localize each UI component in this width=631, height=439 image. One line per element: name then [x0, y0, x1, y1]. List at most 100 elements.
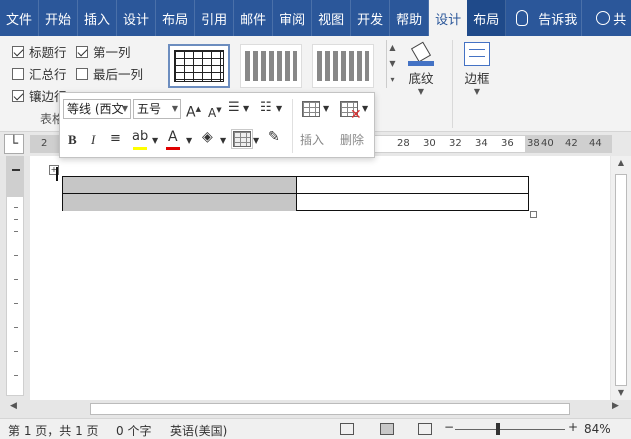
zoom-out-icon[interactable]: − [444, 420, 454, 434]
borders-icon [464, 42, 490, 66]
zoom-slider[interactable] [455, 429, 565, 430]
word-count[interactable]: 0 个字 [116, 422, 151, 439]
scroll-left-icon[interactable]: ◀ [10, 401, 17, 411]
first-column-option[interactable]: 第一列 [76, 42, 131, 61]
gallery-scroll[interactable]: ▲ ▼ ▾ [386, 40, 398, 88]
document-area[interactable]: + [30, 156, 610, 400]
gallery-up-icon[interactable]: ▲ [387, 40, 398, 56]
italic-button[interactable]: I [91, 132, 95, 148]
zoom-slider-knob[interactable] [496, 423, 500, 435]
highlight-icon[interactable]: ab [132, 129, 148, 145]
chevron-down-icon[interactable]: ▼ [323, 101, 329, 117]
table-style-grid[interactable] [168, 44, 230, 88]
table-row[interactable] [63, 177, 528, 194]
page-count[interactable]: 第 1 页，共 1 页 [8, 422, 99, 439]
banded-rows-checkbox[interactable] [12, 89, 24, 102]
ruler-tick [14, 327, 18, 328]
tab-design[interactable]: 设计 [117, 0, 157, 36]
shading-button[interactable]: 底纹 ▼ [408, 42, 434, 96]
gallery-down-icon[interactable]: ▼ [387, 56, 398, 72]
tab-mailings[interactable]: 邮件 [234, 0, 274, 36]
horizontal-scroll-thumb[interactable] [90, 403, 570, 415]
format-painter-icon[interactable]: ✎ [268, 129, 280, 145]
chevron-down-icon[interactable]: ▼ [172, 100, 178, 118]
ruler-number: 36 [501, 138, 514, 149]
align-center-icon[interactable]: ≡ [110, 131, 121, 147]
table-row[interactable] [63, 194, 528, 211]
share-button[interactable]: 共 [582, 0, 631, 36]
font-size-combo[interactable]: 五号 ▼ [133, 99, 181, 119]
gallery-more-icon[interactable]: ▾ [387, 72, 398, 88]
table-style-plain-1[interactable] [240, 44, 302, 88]
paint-bucket-icon [408, 42, 434, 66]
grow-font-icon[interactable]: A▲ [186, 101, 201, 121]
scroll-up-icon[interactable]: ▲ [611, 156, 631, 170]
ruler-tick [14, 219, 18, 220]
shrink-font-icon[interactable]: A▼ [208, 102, 222, 121]
ruler-tick [14, 375, 18, 376]
chevron-down-icon[interactable]: ▼ [122, 100, 128, 118]
ruler-number: 34 [475, 138, 488, 149]
insert-label[interactable]: 插入 [300, 131, 324, 148]
dash-preview [245, 51, 297, 81]
font-color-icon[interactable]: A [168, 129, 178, 145]
header-row-option[interactable]: 标题行 [12, 42, 67, 61]
total-row-checkbox[interactable] [12, 67, 24, 80]
tab-review[interactable]: 审阅 [273, 0, 313, 36]
chevron-down-icon: ▼ [417, 87, 425, 96]
bold-button[interactable]: B [68, 132, 77, 148]
chevron-down-icon[interactable]: ▼ [362, 101, 368, 117]
delete-label[interactable]: 删除 [340, 131, 364, 148]
zoom-level[interactable]: 84% [584, 422, 611, 436]
document-page[interactable]: + [30, 156, 610, 400]
print-layout-icon[interactable] [380, 423, 394, 435]
borders-button[interactable]: 边框 ▼ [464, 42, 490, 96]
tab-home[interactable]: 开始 [39, 0, 79, 36]
numbering-icon[interactable]: ☷ [260, 100, 272, 116]
tab-table-design[interactable]: 设计 [429, 0, 468, 36]
font-color-swatch [166, 147, 180, 150]
font-name-combo[interactable]: 等线 (西文 ▼ [63, 99, 131, 119]
tell-me-button[interactable]: 告诉我 [506, 0, 583, 36]
tab-help[interactable]: 帮助 [390, 0, 430, 36]
insert-table-icon[interactable] [302, 101, 320, 117]
last-column-checkbox[interactable] [76, 67, 88, 80]
read-mode-icon[interactable] [340, 423, 354, 435]
tab-layout[interactable]: 布局 [156, 0, 196, 36]
scroll-down-icon[interactable]: ▼ [611, 386, 631, 400]
header-row-checkbox[interactable] [12, 45, 24, 58]
zoom-in-icon[interactable]: + [568, 420, 578, 434]
tab-file[interactable]: 文件 [0, 0, 40, 36]
tab-developer[interactable]: 开发 [351, 0, 391, 36]
table-style-plain-2[interactable] [312, 44, 374, 88]
chevron-down-icon[interactable]: ▼ [152, 133, 158, 149]
web-layout-icon[interactable] [418, 423, 432, 435]
bullets-icon[interactable]: ☰ [228, 100, 240, 116]
borders-grid-icon[interactable] [231, 129, 253, 149]
table-resize-handle[interactable] [530, 211, 537, 218]
tab-references[interactable]: 引用 [195, 0, 235, 36]
vertical-scrollbar[interactable]: ▲ ▼ [611, 156, 631, 400]
document-table[interactable] [62, 176, 529, 211]
first-column-checkbox[interactable] [76, 45, 88, 58]
chevron-down-icon[interactable]: ▼ [220, 133, 226, 149]
total-row-option[interactable]: 汇总行 [12, 64, 67, 83]
tab-view[interactable]: 视图 [312, 0, 352, 36]
shading-bucket-icon[interactable]: ◈ [202, 129, 213, 145]
language-indicator[interactable]: 英语(美国) [170, 422, 227, 439]
vertical-ruler[interactable] [6, 156, 24, 396]
scroll-right-icon[interactable]: ▶ [612, 401, 619, 411]
table-cell-selected[interactable] [63, 194, 297, 211]
tab-stop-selector[interactable]: └ [4, 134, 24, 154]
last-column-option[interactable]: 最后一列 [76, 64, 143, 83]
chevron-down-icon[interactable]: ▼ [253, 133, 259, 149]
ruler-number: 2 [41, 138, 48, 149]
horizontal-scrollbar[interactable]: ◀ ▶ [0, 400, 631, 418]
chevron-down-icon[interactable]: ▼ [186, 133, 192, 149]
table-cell-selected[interactable] [63, 177, 297, 193]
tab-insert[interactable]: 插入 [78, 0, 118, 36]
chevron-down-icon[interactable]: ▼ [243, 101, 249, 117]
vertical-scroll-thumb[interactable] [615, 174, 627, 386]
chevron-down-icon[interactable]: ▼ [276, 101, 282, 117]
tab-table-layout[interactable]: 布局 [467, 0, 507, 36]
